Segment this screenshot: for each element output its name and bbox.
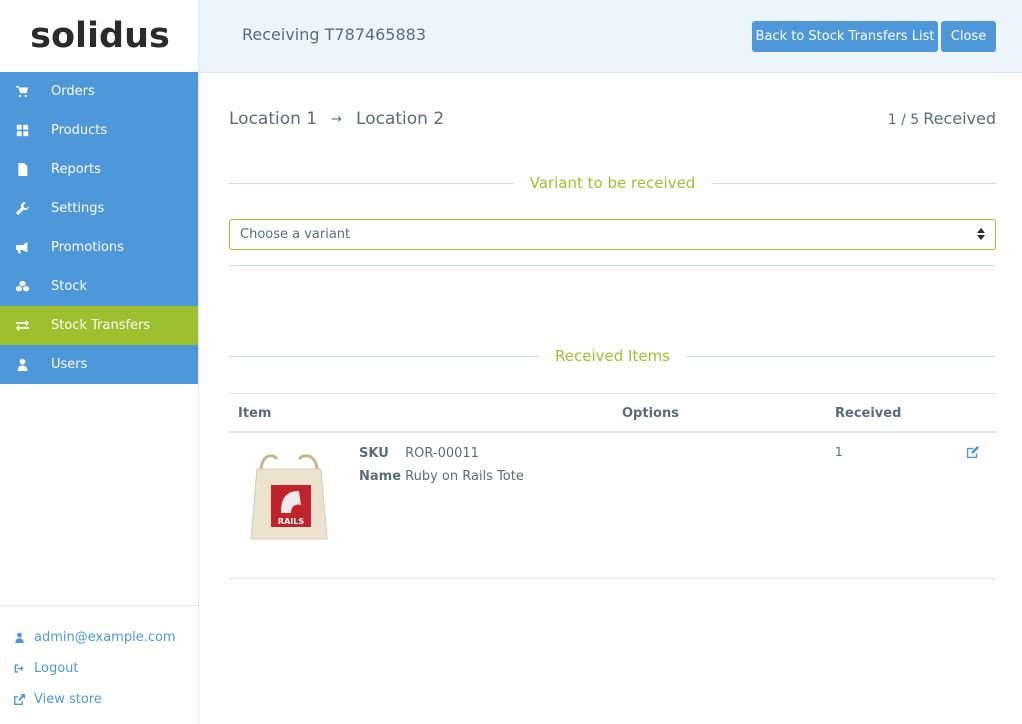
exchange-icon	[0, 319, 44, 332]
source-location: Location 1	[229, 109, 318, 129]
sku-label: SKU	[359, 446, 389, 461]
product-image[interactable]: RAILS	[241, 447, 335, 543]
grid-icon	[0, 124, 44, 137]
cubes-icon	[0, 280, 44, 293]
logout-label: Logout	[34, 661, 79, 676]
wrench-icon	[0, 202, 44, 215]
name-label: Name	[359, 469, 402, 484]
sidebar-item-users[interactable]: Users	[0, 345, 198, 384]
page-header: Receiving T787465883 Back to Stock Trans…	[199, 0, 1022, 73]
view-store-link[interactable]: View store	[0, 684, 198, 715]
sidebar-item-orders[interactable]: Orders	[0, 72, 198, 111]
sidebar-item-label: Reports	[51, 162, 101, 177]
back-to-list-button[interactable]: Back to Stock Transfers List	[752, 21, 938, 52]
received-section-title: Received Items	[555, 347, 670, 365]
divider	[686, 355, 997, 357]
variant-section-header: Variant to be received	[229, 173, 996, 193]
variant-select[interactable]: Choose a variant	[229, 219, 996, 250]
variant-section-title: Variant to be received	[529, 174, 696, 192]
arrow-right-icon: →	[331, 111, 343, 127]
user-icon	[0, 358, 44, 371]
table-header: Item Options Received	[229, 393, 996, 433]
sidebar-item-label: Products	[51, 123, 108, 138]
received-count-value: 1 / 5	[887, 112, 920, 128]
sidebar-item-label: Promotions	[51, 240, 124, 255]
user-icon	[15, 632, 24, 643]
name-field: Name Ruby on Rails Tote	[359, 469, 524, 484]
name-value: Ruby on Rails Tote	[405, 469, 524, 484]
sku-field: SKU ROR-00011	[359, 446, 479, 461]
sidebar-nav: Orders Products Reports Settings Promoti…	[0, 72, 198, 384]
sidebar-item-label: Orders	[51, 84, 95, 99]
cart-icon	[0, 85, 44, 98]
bullhorn-icon	[0, 241, 44, 254]
sidebar-item-label: Stock Transfers	[51, 318, 151, 333]
sidebar-item-settings[interactable]: Settings	[0, 189, 198, 228]
received-count-label: Received	[923, 109, 996, 128]
file-icon	[0, 163, 44, 176]
variant-select-placeholder: Choose a variant	[240, 227, 351, 242]
view-store-label: View store	[34, 692, 102, 707]
received-section-header: Received Items	[229, 346, 997, 366]
sidebar-item-products[interactable]: Products	[0, 111, 198, 150]
column-header-received: Received	[835, 406, 902, 421]
logo-text: solidus	[30, 16, 170, 56]
divider	[229, 265, 996, 266]
sidebar-footer: admin@example.com Logout View store	[0, 605, 198, 724]
account-link[interactable]: admin@example.com	[0, 622, 198, 653]
sort-caret-icon	[977, 228, 985, 240]
column-header-options: Options	[622, 406, 679, 421]
sidebar-item-stock-transfers[interactable]: Stock Transfers	[0, 306, 198, 345]
transfer-route: Location 1 → Location 2	[229, 109, 444, 129]
sign-out-icon	[14, 664, 24, 673]
divider	[229, 182, 514, 184]
logout-link[interactable]: Logout	[0, 653, 198, 684]
received-count: 1 / 5 Received	[888, 109, 996, 128]
divider	[229, 355, 540, 357]
column-header-item: Item	[238, 406, 272, 421]
close-button[interactable]: Close	[941, 21, 996, 52]
received-quantity: 1	[835, 445, 843, 459]
sidebar-item-promotions[interactable]: Promotions	[0, 228, 198, 267]
edit-icon[interactable]	[965, 445, 980, 460]
sidebar-item-label: Stock	[51, 279, 87, 294]
sku-value: ROR-00011	[405, 446, 479, 461]
divider	[711, 182, 996, 184]
sidebar-item-label: Users	[51, 357, 88, 372]
page-title: Receiving T787465883	[242, 25, 427, 44]
app-root: solidus Orders Products Reports Settings…	[0, 0, 1022, 724]
external-link-icon	[14, 694, 25, 705]
logo[interactable]: solidus	[0, 0, 198, 72]
destination-location: Location 2	[356, 109, 445, 129]
table-row: RAILS SKU ROR-00011 Name Ruby on Rails T…	[229, 433, 996, 579]
product-image-text: RAILS	[278, 517, 304, 526]
sidebar-item-reports[interactable]: Reports	[0, 150, 198, 189]
sidebar-item-label: Settings	[51, 201, 105, 216]
sidebar-item-stock[interactable]: Stock	[0, 267, 198, 306]
account-email: admin@example.com	[34, 630, 176, 645]
received-items-table: Item Options Received RAILS SKU ROR-0001…	[229, 393, 996, 579]
sidebar: solidus Orders Products Reports Settings…	[0, 0, 199, 724]
